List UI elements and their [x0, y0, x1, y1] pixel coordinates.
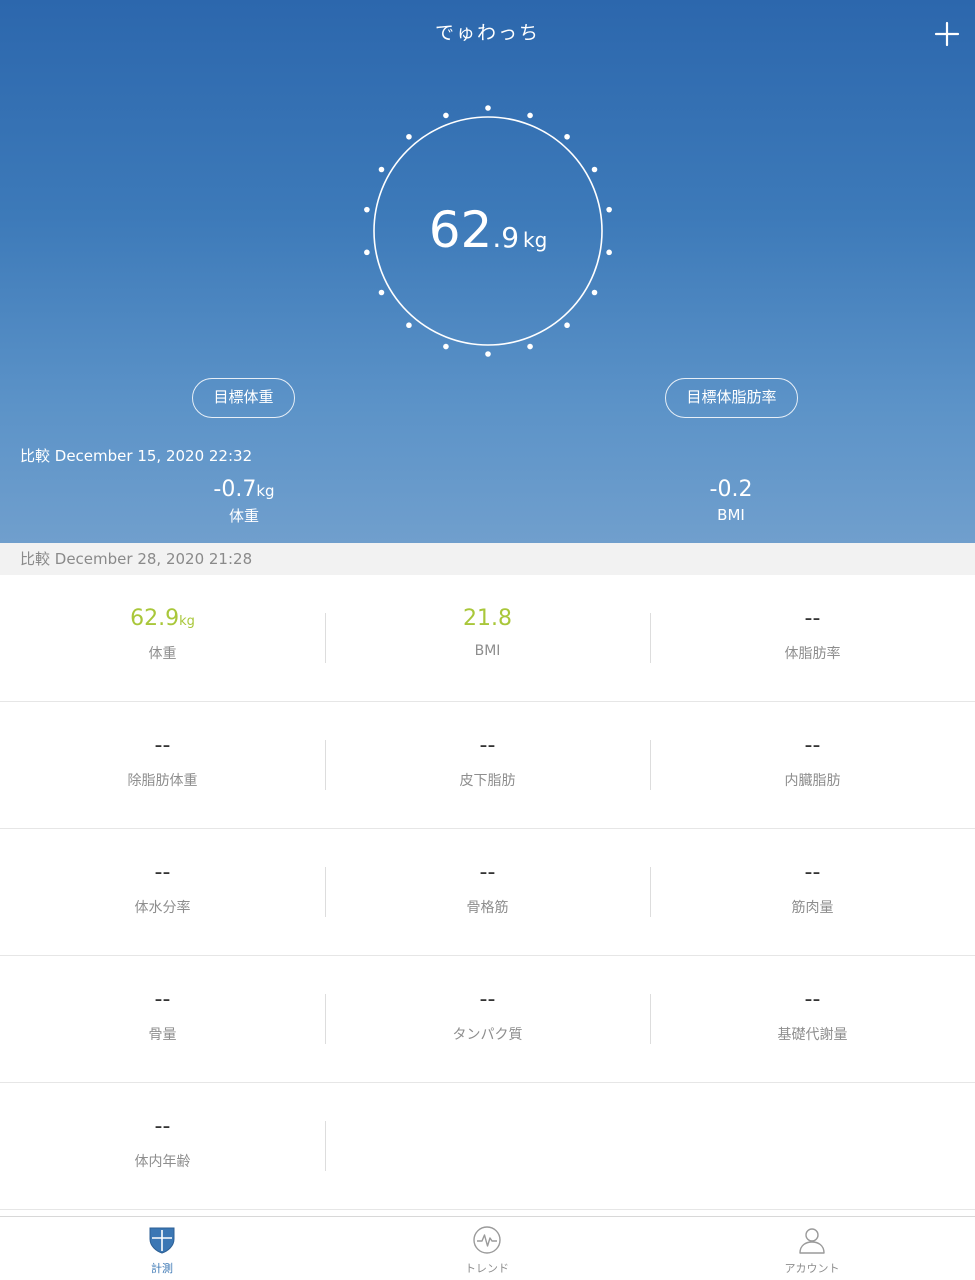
metric-value: --: [479, 733, 496, 758]
gauge-dot: [527, 112, 533, 119]
gauge-dot: [564, 322, 570, 329]
metric-subcutaneous-fat[interactable]: -- 皮下脂肪: [325, 702, 650, 828]
comparison-date: 比較 December 15, 2020 22:32: [20, 447, 253, 465]
metric-weight[interactable]: 62.9kg 体重: [0, 575, 325, 701]
tab-label: 計測: [151, 1262, 173, 1275]
metric-label: 骨格筋: [466, 900, 509, 916]
metric-skeletal-muscle[interactable]: -- 骨格筋: [325, 829, 650, 955]
gauge-dot: [443, 112, 449, 119]
scale-app-screen: でゅわっち 62.9 kg 目標体重 目標体脂肪率 比較 December 15,…: [0, 0, 975, 1280]
gauge-dot: [591, 289, 598, 296]
metric-muscle-mass[interactable]: -- 筋肉量: [650, 829, 975, 955]
metric-protein[interactable]: -- タンパク質: [325, 956, 650, 1082]
metric-label: 体内年齢: [134, 1154, 191, 1170]
metric-body-fat[interactable]: -- 体脂肪率: [650, 575, 975, 701]
gauge-dot: [485, 105, 491, 111]
gauge-dot: [406, 133, 412, 140]
weight-gauge: 62.9 kg: [357, 100, 619, 362]
add-button[interactable]: [931, 18, 963, 50]
metric-visceral-fat[interactable]: -- 内臓脂肪: [650, 702, 975, 828]
metric-label: BMI: [474, 643, 501, 659]
tab-trend[interactable]: トレンド: [407, 1217, 567, 1280]
app-title: でゅわっち: [434, 22, 540, 44]
metric-value: --: [804, 606, 821, 631]
gauge-dot: [485, 351, 491, 357]
metric-value: 21.8: [463, 606, 512, 631]
metric-empty-cell: [325, 1083, 650, 1209]
bmi-diff-label: BMI: [717, 506, 745, 524]
weight-integer: 62: [428, 201, 493, 259]
current-weight: 62.9 kg: [357, 201, 619, 259]
metric-body-age[interactable]: -- 体内年齢: [0, 1083, 325, 1209]
weight-difference: -0.7kg 体重: [144, 476, 344, 526]
weight-diff-value: -0.7kg: [213, 477, 275, 502]
weight-diff-unit: kg: [256, 482, 275, 500]
metric-value: 62.9kg: [130, 606, 195, 631]
pulse-icon: [473, 1226, 501, 1254]
metric-value: --: [154, 860, 171, 885]
metric-row: -- 骨量 -- タンパク質 -- 基礎代謝量: [0, 956, 975, 1083]
measurement-date-bar: 比較 December 28, 2020 21:28: [0, 543, 975, 575]
gauge-dot: [564, 133, 570, 140]
metric-label: 除脂肪体重: [127, 773, 198, 789]
metric-label: 皮下脂肪: [459, 773, 516, 789]
metric-label: 体脂肪率: [784, 646, 841, 662]
metric-row: -- 除脂肪体重 -- 皮下脂肪 -- 内臓脂肪: [0, 702, 975, 829]
goal-body-fat-button[interactable]: 目標体脂肪率: [665, 378, 798, 418]
bmi-diff-value: -0.2: [709, 477, 753, 502]
weight-diff-label: 体重: [228, 507, 259, 525]
weight-unit: kg: [523, 228, 548, 252]
weight-decimal: .9: [492, 221, 520, 254]
metric-label: 内臓脂肪: [784, 773, 841, 789]
metric-label: 骨量: [148, 1027, 177, 1043]
metric-value: --: [154, 987, 171, 1012]
metric-value: --: [804, 987, 821, 1012]
metric-value: --: [804, 733, 821, 758]
plus-icon: [934, 21, 960, 47]
metric-basal-metabolism[interactable]: -- 基礎代謝量: [650, 956, 975, 1082]
weight-hero: でゅわっち 62.9 kg 目標体重 目標体脂肪率 比較 December 15,…: [0, 0, 975, 543]
tab-account[interactable]: アカウント: [732, 1217, 892, 1280]
bmi-difference: -0.2 BMI: [631, 476, 831, 525]
metric-value: --: [154, 733, 171, 758]
metric-row: 62.9kg 体重 21.8 BMI -- 体脂肪率: [0, 575, 975, 702]
metric-label: 基礎代謝量: [777, 1027, 848, 1043]
shield-icon: [149, 1227, 175, 1254]
metric-unit: kg: [179, 614, 195, 629]
tab-measure[interactable]: 計測: [82, 1217, 242, 1280]
metric-row: -- 体内年齢: [0, 1083, 975, 1210]
metric-label: タンパク質: [452, 1027, 523, 1043]
metric-bmi[interactable]: 21.8 BMI: [325, 575, 650, 701]
metrics-grid: 62.9kg 体重 21.8 BMI -- 体脂肪率 -- 除脂肪体重 -- 皮…: [0, 575, 975, 1210]
metric-row: -- 体水分率 -- 骨格筋 -- 筋肉量: [0, 829, 975, 956]
goal-weight-button[interactable]: 目標体重: [192, 378, 295, 418]
metric-lean-body-mass[interactable]: -- 除脂肪体重: [0, 702, 325, 828]
metric-label: 体水分率: [134, 900, 191, 916]
gauge-dot: [591, 166, 598, 173]
tab-bar: 計測 トレンド アカウント: [0, 1216, 975, 1280]
metric-value: --: [479, 987, 496, 1012]
gauge-dot: [406, 322, 412, 329]
person-icon: [799, 1228, 825, 1254]
gauge-dot: [443, 343, 449, 350]
metric-body-water[interactable]: -- 体水分率: [0, 829, 325, 955]
gauge-dot: [378, 289, 385, 296]
metric-label: 筋肉量: [791, 900, 834, 916]
tab-label: トレンド: [465, 1262, 509, 1275]
gauge-dot: [378, 166, 385, 173]
metric-value: --: [804, 860, 821, 885]
metric-value: --: [479, 860, 496, 885]
metric-value: --: [154, 1114, 171, 1139]
tab-label: アカウント: [784, 1262, 840, 1275]
gauge-dot: [527, 343, 533, 350]
metric-label: 体重: [148, 646, 177, 662]
metric-bone-mass[interactable]: -- 骨量: [0, 956, 325, 1082]
